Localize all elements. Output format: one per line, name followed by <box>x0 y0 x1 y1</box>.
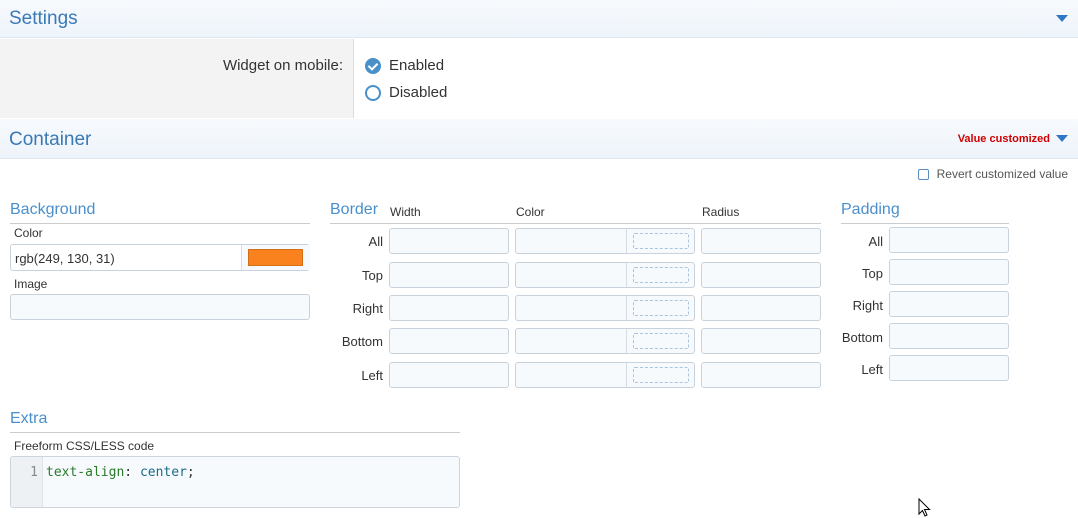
border-row-label: Bottom <box>341 334 383 349</box>
code-property: text-align <box>46 465 125 480</box>
border-width-header: Width <box>390 205 421 219</box>
border-radius-input[interactable] <box>701 295 821 321</box>
padding-input[interactable] <box>889 259 1009 285</box>
border-color-input[interactable] <box>515 295 695 321</box>
padding-row-label: All <box>868 234 883 249</box>
border-radius-input[interactable] <box>701 362 821 388</box>
border-width-input[interactable] <box>389 262 509 288</box>
border-row-label: Top <box>362 268 383 283</box>
radio-checked-icon <box>365 57 381 74</box>
radio-disabled-label: Disabled <box>389 84 448 101</box>
mouse-pointer-icon <box>918 498 931 517</box>
bg-color-swatch <box>248 249 303 266</box>
bg-color-input[interactable]: rgb(249, 130, 31) <box>10 244 310 271</box>
widget-mobile-label-cell: Widget on mobile: <box>0 39 354 118</box>
border-radius-input[interactable] <box>701 228 821 254</box>
divider <box>841 223 1009 224</box>
empty-color-swatch <box>633 367 689 383</box>
border-color-header: Color <box>516 205 545 219</box>
container-title: Container <box>9 129 92 150</box>
padding-row-label: Bottom <box>841 330 883 345</box>
widget-mobile-label: Widget on mobile: <box>222 57 343 74</box>
border-title: Border <box>330 201 379 218</box>
border-width-input[interactable] <box>389 362 509 388</box>
widget-mobile-row: Widget on mobile: Enabled Disabled <box>0 39 1078 118</box>
padding-input[interactable] <box>889 291 1009 317</box>
padding-input[interactable] <box>889 227 1009 253</box>
settings-header[interactable]: Settings <box>0 0 1078 38</box>
line-number: 1 <box>30 465 38 480</box>
code-line[interactable]: text-align: center; <box>46 465 195 480</box>
border-row-label: All <box>368 234 383 249</box>
divider <box>330 223 821 224</box>
border-radius-input[interactable] <box>701 262 821 288</box>
border-row-label: Left <box>361 368 383 383</box>
border-width-input[interactable] <box>389 228 509 254</box>
border-color-input[interactable] <box>515 262 695 288</box>
collapse-arrow-icon[interactable] <box>1056 135 1068 142</box>
divider <box>10 432 460 433</box>
radio-disabled[interactable]: Disabled <box>365 84 447 101</box>
bg-color-value: rgb(249, 130, 31) <box>15 251 115 266</box>
border-color-picker[interactable] <box>626 296 695 320</box>
padding-input[interactable] <box>889 355 1009 381</box>
padding-row-label: Top <box>862 266 883 281</box>
border-width-input[interactable] <box>389 295 509 321</box>
revert-label: Revert customized value <box>936 167 1068 181</box>
empty-color-swatch <box>633 267 689 283</box>
border-radius-header: Radius <box>702 205 740 219</box>
value-customized-badge: Value customized <box>957 133 1050 145</box>
border-color-input[interactable] <box>515 362 695 388</box>
border-color-picker[interactable] <box>626 229 695 253</box>
revert-checkbox[interactable] <box>917 168 929 180</box>
border-color-input[interactable] <box>515 228 695 254</box>
bg-image-input[interactable] <box>10 294 310 320</box>
background-title: Background <box>10 201 96 218</box>
empty-color-swatch <box>633 333 689 349</box>
code-colon: : <box>124 465 133 480</box>
extra-title: Extra <box>10 410 48 427</box>
radio-unchecked-icon <box>365 84 381 101</box>
code-editor[interactable]: 1 text-align: center; <box>10 456 460 508</box>
empty-color-swatch <box>633 233 689 249</box>
bg-color-label: Color <box>14 226 43 240</box>
empty-color-swatch <box>633 300 689 316</box>
padding-row-label: Left <box>861 362 883 377</box>
padding-row-label: Right <box>852 298 883 313</box>
padding-input[interactable] <box>889 323 1009 349</box>
code-semicolon: ; <box>186 465 195 480</box>
freeform-code-label: Freeform CSS/LESS code <box>14 439 155 453</box>
radio-enabled-label: Enabled <box>389 57 445 74</box>
revert-customized[interactable]: Revert customized value <box>917 167 1068 181</box>
bg-image-label: Image <box>14 277 48 291</box>
border-color-input[interactable] <box>515 328 695 354</box>
container-header[interactable]: Container Value customized <box>0 119 1078 159</box>
code-value: center <box>139 465 187 480</box>
border-color-picker[interactable] <box>626 263 695 287</box>
border-width-input[interactable] <box>389 328 509 354</box>
border-color-picker[interactable] <box>626 363 695 387</box>
code-gutter: 1 <box>11 457 43 507</box>
radio-enabled[interactable]: Enabled <box>365 57 444 74</box>
border-radius-input[interactable] <box>701 328 821 354</box>
padding-title: Padding <box>841 201 900 218</box>
border-row-label: Right <box>352 301 383 316</box>
border-color-picker[interactable] <box>626 329 695 353</box>
settings-title: Settings <box>9 8 78 29</box>
bg-color-picker[interactable] <box>241 245 310 270</box>
divider <box>10 223 310 224</box>
collapse-arrow-icon[interactable] <box>1056 15 1068 22</box>
